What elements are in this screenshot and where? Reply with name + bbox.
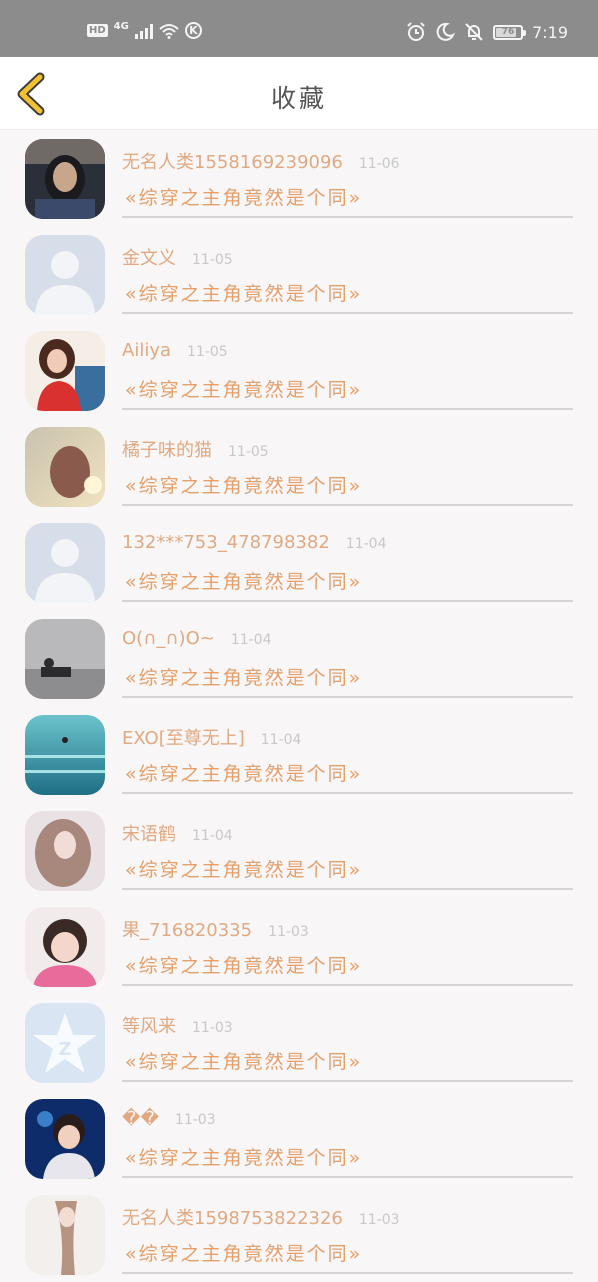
username: �� [122,1108,159,1129]
book-title[interactable]: «综穿之主角竟然是个同» [125,855,362,882]
book-title[interactable]: «综穿之主角竟然是个同» [125,279,362,306]
date: 11-03 [268,924,309,940]
avatar[interactable] [25,331,105,411]
avatar[interactable]: Z [25,1003,105,1083]
book-title[interactable]: «综穿之主角竟然是个同» [125,1143,362,1170]
date: 11-04 [260,732,302,748]
divider [122,408,573,410]
avatar[interactable] [25,235,105,315]
date: 11-06 [358,156,400,172]
avatar[interactable] [25,1099,105,1179]
username: 无名人类1598753822326 [122,1208,343,1229]
signal-icon [134,23,153,39]
book-title[interactable]: «综穿之主角竟然是个同» [125,183,362,210]
book-title[interactable]: «综穿之主角竟然是个同» [125,759,362,786]
avatar[interactable] [25,619,105,699]
username: 132***753_478798382 [122,532,330,553]
list-item[interactable]: Z 等风来 11-03 «综穿之主角竟然是个同» [0,994,598,1090]
book-title[interactable]: «综穿之主角竟然是个同» [125,471,362,498]
wifi-icon [159,23,179,39]
svg-text:Z: Z [58,1039,71,1060]
username: 宋语鹤 [122,824,176,845]
status-right: 76 7:19 [406,22,568,42]
battery-level: 76 [501,27,515,37]
avatar[interactable] [25,811,105,891]
date: 11-05 [228,444,269,460]
divider [122,600,573,602]
avatar[interactable] [25,907,105,987]
avatar[interactable] [25,523,105,603]
book-title[interactable]: «综穿之主角竟然是个同» [125,567,362,594]
divider [122,888,573,890]
list-item[interactable]: 宋语鹤 11-04 «综穿之主角竟然是个同» [0,802,598,898]
date: 11-03 [358,1212,400,1228]
book-title[interactable]: «综穿之主角竟然是个同» [125,1047,362,1074]
bell-mute-icon [465,23,483,41]
list-item[interactable]: EXO[至尊无上] 11-04 «综穿之主角竟然是个同» [0,706,598,802]
date: 11-04 [192,828,233,844]
divider [122,312,573,314]
divider [122,1176,573,1178]
top-app-bar: 收藏 [0,57,598,130]
avatar[interactable] [25,139,105,219]
avatar[interactable] [25,1195,105,1275]
date: 11-04 [345,536,387,552]
alarm-icon [407,22,425,41]
favorites-list: 无名人类1558169239096 11-06 «综穿之主角竟然是个同» 金文义… [0,130,598,1282]
list-item[interactable]: 无名人类1598753822326 11-03 «综穿之主角竟然是个同» [0,1186,598,1282]
book-title[interactable]: «综穿之主角竟然是个同» [125,1239,362,1266]
moon-icon [436,22,456,41]
list-item[interactable]: 果_716820335 11-03 «综穿之主角竟然是个同» [0,898,598,994]
divider [122,696,573,698]
book-title[interactable]: «综穿之主角竟然是个同» [125,951,362,978]
username: EXO[至尊无上] [122,728,245,749]
date: 11-03 [174,1112,216,1128]
avatar[interactable] [25,715,105,795]
divider [122,792,573,794]
username: 无名人类1558169239096 [122,152,343,173]
date: 11-03 [192,1020,233,1036]
divider [122,216,573,218]
hd-badge: HD [87,24,108,37]
divider [122,1080,573,1082]
date: 11-05 [187,344,228,360]
book-title[interactable]: «综穿之主角竟然是个同» [125,663,362,690]
k-app-icon: K [184,22,202,39]
status-time: 7:19 [532,22,568,42]
network-type: 4G [113,21,129,32]
divider [122,984,573,986]
avatar[interactable] [25,427,105,507]
date: 11-04 [230,632,272,648]
username: Ailiya [122,340,171,361]
book-title[interactable]: «综穿之主角竟然是个同» [125,375,362,402]
status-bar: HD 4G K 76 7:19 [0,0,598,57]
list-item[interactable]: 132***753_478798382 11-04 «综穿之主角竟然是个同» [0,514,598,610]
battery-icon: 76 [493,24,527,40]
divider [122,1272,573,1274]
username: 等风来 [122,1016,176,1037]
username: 橘子味的猫 [122,440,212,461]
page-title: 收藏 [270,84,327,113]
list-item[interactable]: 无名人类1558169239096 11-06 «综穿之主角竟然是个同» [0,130,598,226]
list-item[interactable]: 橘子味的猫 11-05 «综穿之主角竟然是个同» [0,418,598,514]
list-item[interactable]: O(∩_∩)O~ 11-04 «综穿之主角竟然是个同» [0,610,598,706]
list-item[interactable]: Ailiya 11-05 «综穿之主角竟然是个同» [0,322,598,418]
username: O(∩_∩)O~ [122,628,215,649]
username: 金文义 [122,248,176,269]
divider [122,504,573,506]
list-item[interactable]: �� 11-03 «综穿之主角竟然是个同» [0,1090,598,1186]
status-left: HD 4G K [87,21,202,39]
username: 果_716820335 [122,920,253,941]
date: 11-05 [192,252,233,268]
list-item[interactable]: 金文义 11-05 «综穿之主角竟然是个同» [0,226,598,322]
